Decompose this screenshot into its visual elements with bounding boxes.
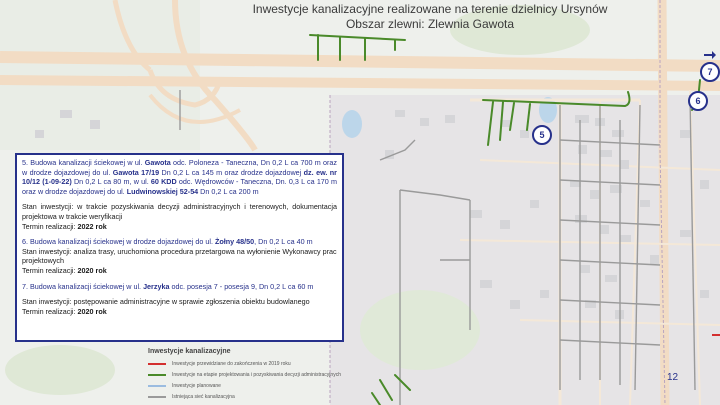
- investment-marker-7[interactable]: 7: [700, 62, 720, 82]
- item-6-description: 6. Budowa kanalizacji ściekowej w drodze…: [22, 237, 313, 247]
- legend-label: Inwestycje na etapie projektowania i poz…: [172, 371, 341, 378]
- title-line-1: Inwestycje kanalizacyjne realizowane na …: [252, 2, 608, 16]
- legend-label: Inwestycje planowane: [172, 382, 221, 389]
- legend-item-completed: Inwestycje przewidziane do zakończenia w…: [148, 358, 378, 369]
- legend-swatch-green: [148, 373, 166, 376]
- map-title: Inwestycje kanalizacyjne realizowane na …: [215, 2, 645, 32]
- item-6-term: Termin realizacji: 2020 rok: [22, 265, 107, 275]
- legend-swatch-light-blue: [148, 384, 166, 387]
- legend-title: Inwestycje kanalizacyjne: [148, 348, 231, 355]
- legend-item-design: Inwestycje na etapie projektowania i poz…: [148, 369, 378, 380]
- investment-marker-6[interactable]: 6: [688, 91, 708, 111]
- item-7-status: Stan inwestycji: postępowanie administra…: [22, 297, 310, 307]
- investment-info-box: 5. Budowa kanalizacji ściekowej w ul. Ga…: [15, 153, 344, 342]
- legend-label: Inwestycje przewidziane do zakończenia w…: [172, 360, 291, 367]
- arrow-right-icon: [704, 51, 716, 59]
- legend-label: Istniejąca sieć kanalizacyjna: [172, 393, 235, 400]
- title-line-2: Obszar zlewni: Zlewnia Gawota: [345, 17, 515, 31]
- item-5-description: 5. Budowa kanalizacji ściekowej w ul. Ga…: [22, 158, 338, 196]
- item-6-status: Stan inwestycji: analiza trasy, uruchomi…: [22, 246, 337, 266]
- page-number: 12: [667, 372, 679, 383]
- legend-item-existing: Istniejąca sieć kanalizacyjna: [148, 391, 378, 402]
- item-7-term: Termin realizacji: 2020 rok: [22, 306, 107, 316]
- item-5-status: Stan inwestycji: w trakcie pozyskiwania …: [22, 202, 337, 221]
- item-7-description: 7. Budowa kanalizacji ściekowej w ul. Je…: [22, 281, 314, 291]
- investment-marker-5[interactable]: 5: [532, 125, 552, 145]
- item-5-term: Termin realizacji: 2022 rok: [22, 221, 107, 231]
- legend-swatch-grey: [148, 395, 166, 398]
- map-legend: Inwestycje kanalizacyjne Inwestycje prze…: [148, 348, 378, 405]
- legend-item-planned: Inwestycje planowane: [148, 380, 378, 391]
- legend-swatch-red: [148, 362, 166, 365]
